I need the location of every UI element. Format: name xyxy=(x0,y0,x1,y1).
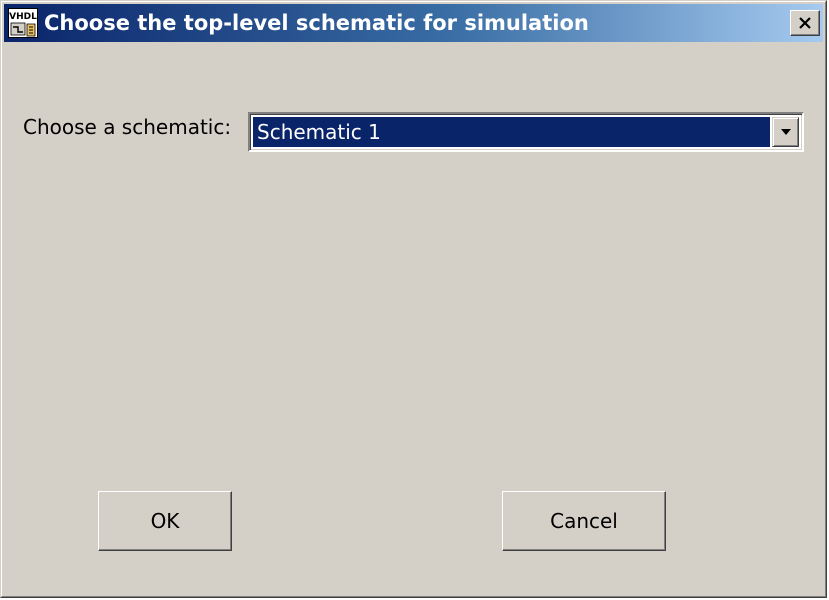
cancel-button[interactable]: Cancel xyxy=(502,491,666,551)
svg-text:VHDL: VHDL xyxy=(9,12,37,22)
schematic-select-value[interactable]: Schematic 1 xyxy=(253,117,770,147)
close-icon xyxy=(799,17,811,29)
chevron-down-icon xyxy=(780,129,791,135)
title-bar[interactable]: VHDL Choose the top-level schematic for … xyxy=(4,4,823,42)
dialog-window: VHDL Choose the top-level schematic for … xyxy=(0,0,827,598)
schematic-label: Choose a schematic: xyxy=(23,115,232,139)
close-button[interactable] xyxy=(790,10,820,36)
app-icon: VHDL xyxy=(8,8,38,38)
window-title: Choose the top-level schematic for simul… xyxy=(44,11,589,35)
dropdown-button[interactable] xyxy=(772,117,799,147)
ok-button[interactable]: OK xyxy=(98,491,232,551)
schematic-select[interactable]: Schematic 1 xyxy=(248,112,804,152)
